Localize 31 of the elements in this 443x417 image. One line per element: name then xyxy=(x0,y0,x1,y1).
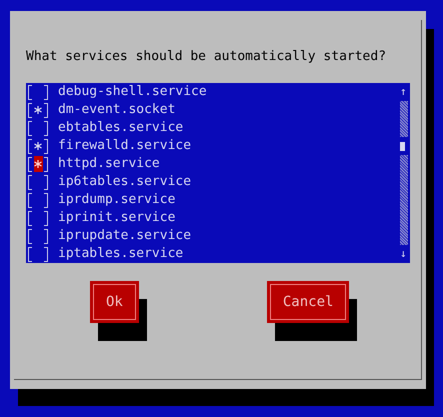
checkbox[interactable] xyxy=(26,102,50,118)
service-name[interactable]: iprupdate.service xyxy=(58,227,192,245)
asterisk-icon xyxy=(34,142,42,150)
service-name[interactable]: ip6tables.service xyxy=(58,173,192,191)
service-name[interactable]: httpd.service xyxy=(58,155,160,173)
service-name[interactable]: iprdump.service xyxy=(58,191,176,209)
scroll-up-arrow[interactable]: ↑ xyxy=(400,83,408,101)
checkbox[interactable] xyxy=(26,120,50,136)
service-name[interactable]: debug-shell.service xyxy=(58,83,207,101)
asterisk-icon xyxy=(34,160,42,168)
dialog-button[interactable]: Ok xyxy=(90,281,139,323)
checkbox[interactable] xyxy=(26,228,50,244)
checkbox[interactable] xyxy=(26,174,50,190)
asterisk-icon xyxy=(34,106,42,114)
scroll-thumb[interactable] xyxy=(400,142,405,150)
prompt-text: What services should be automatically started? xyxy=(26,48,388,66)
checkbox[interactable] xyxy=(26,156,50,172)
checkbox[interactable] xyxy=(26,192,50,208)
service-name[interactable]: iprinit.service xyxy=(58,209,176,227)
service-name[interactable]: iptables.service xyxy=(58,245,184,263)
scroll-down-arrow[interactable]: ↓ xyxy=(400,245,408,263)
checkbox[interactable] xyxy=(26,84,50,100)
scroll-track xyxy=(400,101,408,137)
service-name[interactable]: firewalld.service xyxy=(58,137,192,155)
service-name[interactable]: ebtables.service xyxy=(58,119,184,137)
checkbox[interactable] xyxy=(26,210,50,226)
service-name[interactable]: dm-event.socket xyxy=(58,101,176,119)
checkbox[interactable] xyxy=(26,246,50,262)
scrollbar[interactable]: ↑ ↓ xyxy=(400,83,408,263)
dialog-button[interactable]: Cancel xyxy=(266,281,350,323)
checkbox[interactable] xyxy=(26,138,50,154)
